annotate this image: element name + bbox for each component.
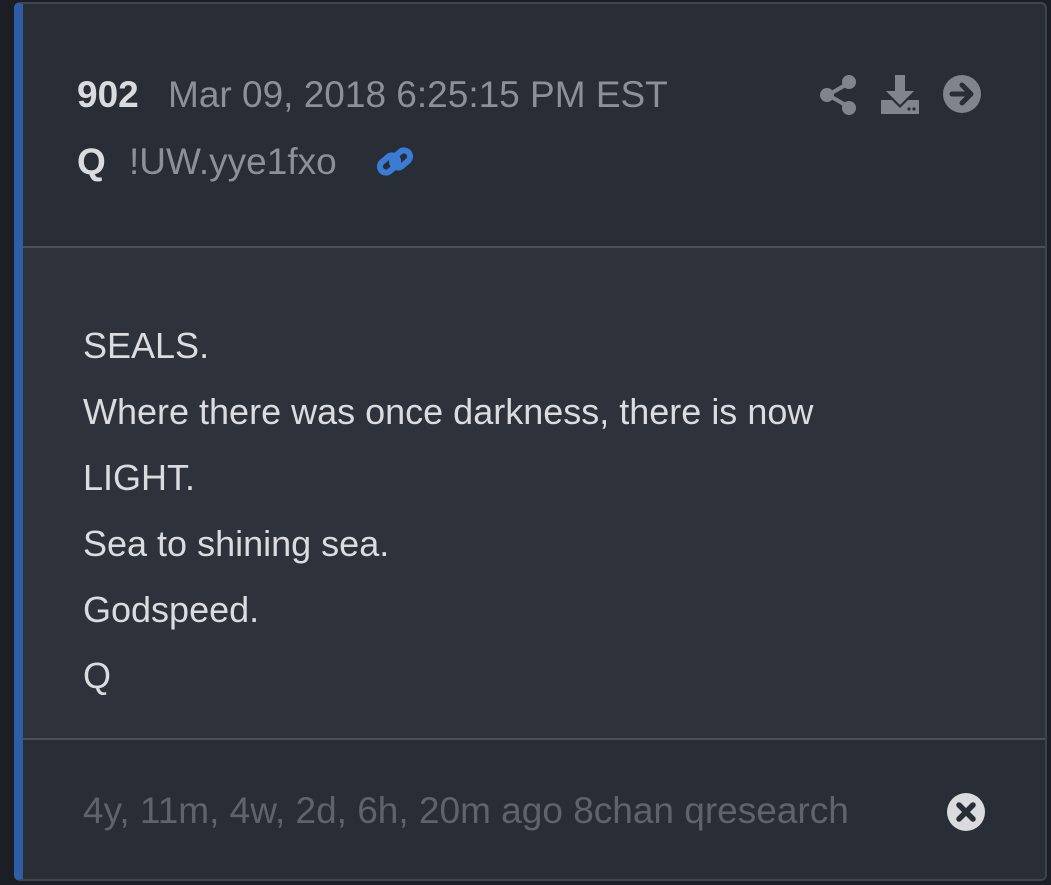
download-icon[interactable] <box>878 72 922 116</box>
post-body: SEALS. Where there was once darkness, th… <box>23 248 1045 740</box>
close-icon[interactable] <box>945 791 987 833</box>
post-line: SEALS. <box>83 325 210 366</box>
share-icon[interactable] <box>816 72 860 116</box>
post-number: 902 <box>77 74 139 115</box>
post-line: Q <box>83 655 112 696</box>
post-header: 902 Mar 09, 2018 6:25:15 PM EST Q !UW.yy… <box>23 4 1045 248</box>
arrow-right-circle-icon[interactable] <box>940 72 984 116</box>
post-meta: 4y, 11m, 4w, 2d, 6h, 20m ago 8chan qrese… <box>83 790 849 831</box>
post-footer: 4y, 11m, 4w, 2d, 6h, 20m ago 8chan qrese… <box>23 740 1045 879</box>
post-card: 902 Mar 09, 2018 6:25:15 PM EST Q !UW.yy… <box>14 2 1047 881</box>
post-actions <box>816 72 986 118</box>
post-line: Where there was once darkness, there is … <box>83 391 814 432</box>
post-line: Godspeed. <box>83 589 260 630</box>
post-date: Mar 09, 2018 6:25:15 PM EST <box>168 74 668 115</box>
post-line: Sea to shining sea. <box>83 523 390 564</box>
author-name: Q <box>77 141 106 182</box>
author-tripcode: !UW.yye1fxo <box>129 141 337 182</box>
post-line: LIGHT. <box>83 457 196 498</box>
link-icon[interactable] <box>373 142 417 182</box>
